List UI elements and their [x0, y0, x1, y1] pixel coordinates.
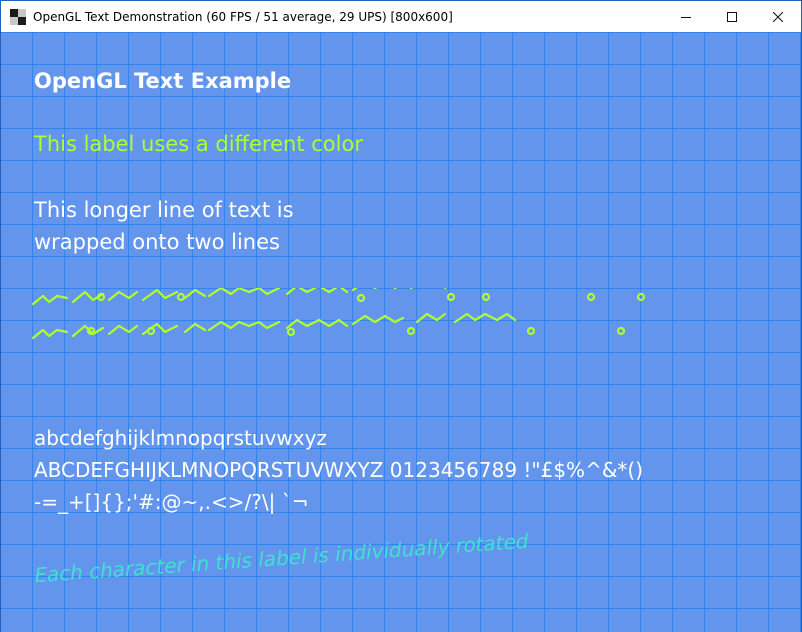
- charset-symbols: -=_+[]{};'#:@~,.<>/?\| `¬: [34, 490, 309, 514]
- minimize-button[interactable]: [663, 1, 709, 32]
- app-window: OpenGL Text Demonstration (60 FPS / 51 a…: [0, 0, 802, 632]
- scrambled-glyph-text: [31, 288, 646, 340]
- wrapped-label-line-1: This longer line of text is: [34, 198, 294, 222]
- charset-label: abcdefghijklmnopqrstuvwxyz ABCDEFGHIJKLM…: [34, 422, 643, 518]
- rotated-label: Each character in this label is individu…: [33, 529, 531, 588]
- window-controls: [663, 1, 801, 32]
- gl-canvas[interactable]: OpenGL Text Example This label uses a di…: [1, 32, 801, 632]
- window-title: OpenGL Text Demonstration (60 FPS / 51 a…: [33, 9, 453, 24]
- charset-uppercase-digits: ABCDEFGHIJKLMNOPQRSTUVWXYZ 0123456789 !"…: [34, 458, 644, 482]
- wrapped-label-line-2: wrapped onto two lines: [34, 230, 280, 254]
- close-icon: [773, 11, 783, 22]
- close-button[interactable]: [755, 1, 801, 32]
- colored-label: This label uses a different color: [34, 132, 363, 156]
- wrapped-label: This longer line of text is wrapped onto…: [34, 194, 294, 258]
- rotated-label-text: Each character in this label is individu…: [32, 528, 531, 588]
- charset-lowercase: abcdefghijklmnopqrstuvwxyz: [34, 426, 327, 450]
- minimize-icon: [681, 16, 691, 18]
- maximize-button[interactable]: [709, 1, 755, 32]
- heading-label: OpenGL Text Example: [34, 69, 292, 93]
- maximize-icon: [727, 11, 737, 22]
- title-bar[interactable]: OpenGL Text Demonstration (60 FPS / 51 a…: [1, 1, 801, 32]
- app-icon: [10, 8, 26, 25]
